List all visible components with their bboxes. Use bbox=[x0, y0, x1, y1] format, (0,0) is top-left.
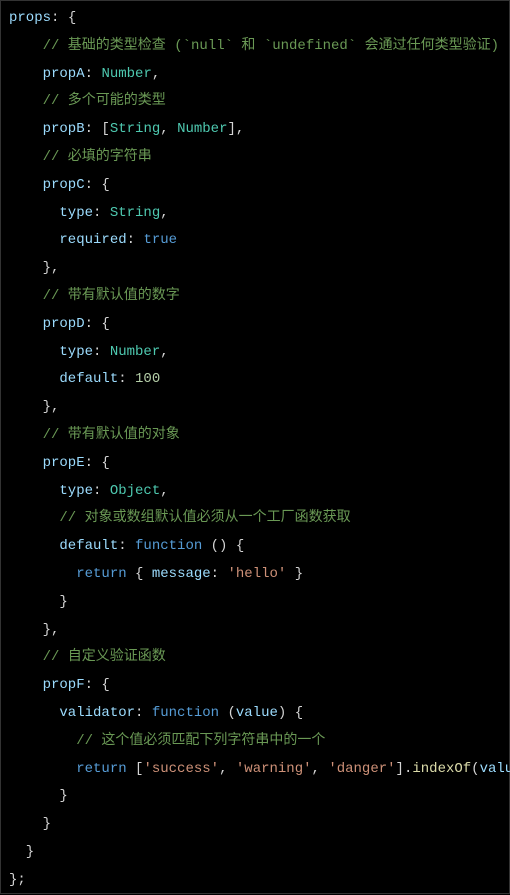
token: } bbox=[9, 816, 51, 832]
token: function bbox=[135, 538, 202, 554]
token: : bbox=[118, 371, 135, 387]
token: type bbox=[9, 344, 93, 360]
token: } bbox=[9, 844, 34, 860]
token: , bbox=[219, 761, 236, 777]
comment: // 带有默认值的对象 bbox=[9, 427, 180, 443]
token: : { bbox=[85, 316, 110, 332]
token: props bbox=[9, 10, 51, 26]
token: Number bbox=[110, 344, 160, 360]
token: value bbox=[236, 705, 278, 721]
token: 100 bbox=[135, 371, 160, 387]
token: [ bbox=[127, 761, 144, 777]
token: } bbox=[9, 788, 68, 804]
token: : { bbox=[85, 677, 110, 693]
token: : bbox=[211, 566, 228, 582]
token: return bbox=[76, 761, 126, 777]
token: ) { bbox=[278, 705, 303, 721]
token: }, bbox=[9, 399, 59, 415]
token: propE bbox=[9, 455, 85, 471]
token: () { bbox=[202, 538, 244, 554]
token: default bbox=[9, 371, 118, 387]
token: : [ bbox=[85, 121, 110, 137]
comment: // 多个可能的类型 bbox=[9, 93, 166, 109]
token: : bbox=[85, 66, 102, 82]
token bbox=[9, 761, 76, 777]
token: propA bbox=[9, 66, 85, 82]
token: , bbox=[312, 761, 329, 777]
token: 'danger' bbox=[328, 761, 395, 777]
token: : { bbox=[51, 10, 76, 26]
token: Object bbox=[110, 483, 160, 499]
token: propD bbox=[9, 316, 85, 332]
token: 'hello' bbox=[227, 566, 286, 582]
token: propB bbox=[9, 121, 85, 137]
comment: // 必填的字符串 bbox=[9, 149, 152, 165]
token: , bbox=[160, 205, 168, 221]
token: : bbox=[118, 538, 135, 554]
token: validator bbox=[9, 705, 135, 721]
token: : bbox=[93, 205, 110, 221]
token: Number bbox=[177, 121, 227, 137]
token: indexOf bbox=[412, 761, 471, 777]
token: ]. bbox=[396, 761, 413, 777]
token: 'warning' bbox=[236, 761, 312, 777]
token: , bbox=[160, 121, 177, 137]
token: default bbox=[9, 538, 118, 554]
token: propC bbox=[9, 177, 85, 193]
token: message bbox=[152, 566, 211, 582]
code-block: props: { // 基础的类型检查 (`null` 和 `undefined… bbox=[0, 0, 510, 894]
token: ( bbox=[219, 705, 236, 721]
token: }; bbox=[9, 872, 26, 888]
token: ( bbox=[471, 761, 479, 777]
token: : bbox=[135, 705, 152, 721]
token: : { bbox=[85, 455, 110, 471]
token: , bbox=[152, 66, 160, 82]
token: propF bbox=[9, 677, 85, 693]
token: , bbox=[160, 344, 168, 360]
token: true bbox=[143, 232, 177, 248]
token: }, bbox=[9, 622, 59, 638]
comment: // 基础的类型检查 (`null` 和 `undefined` 会通过任何类型… bbox=[9, 38, 499, 54]
token: String bbox=[110, 121, 160, 137]
token: value bbox=[480, 761, 510, 777]
token: : { bbox=[85, 177, 110, 193]
comment: // 带有默认值的数字 bbox=[9, 288, 180, 304]
token: { bbox=[127, 566, 152, 582]
token: String bbox=[110, 205, 160, 221]
token: type bbox=[9, 205, 93, 221]
token: , bbox=[160, 483, 168, 499]
comment: // 对象或数组默认值必须从一个工厂函数获取 bbox=[9, 510, 351, 526]
token: type bbox=[9, 483, 93, 499]
token: } bbox=[9, 594, 68, 610]
token: : bbox=[93, 344, 110, 360]
token: } bbox=[286, 566, 303, 582]
comment: // 自定义验证函数 bbox=[9, 649, 166, 665]
token: }, bbox=[9, 260, 59, 276]
comment: // 这个值必须匹配下列字符串中的一个 bbox=[9, 733, 325, 749]
token: return bbox=[76, 566, 126, 582]
token: 'success' bbox=[143, 761, 219, 777]
token: required bbox=[9, 232, 127, 248]
token bbox=[9, 566, 76, 582]
token: Number bbox=[101, 66, 151, 82]
token: function bbox=[152, 705, 219, 721]
token: ], bbox=[228, 121, 245, 137]
token: : bbox=[93, 483, 110, 499]
token: : bbox=[127, 232, 144, 248]
